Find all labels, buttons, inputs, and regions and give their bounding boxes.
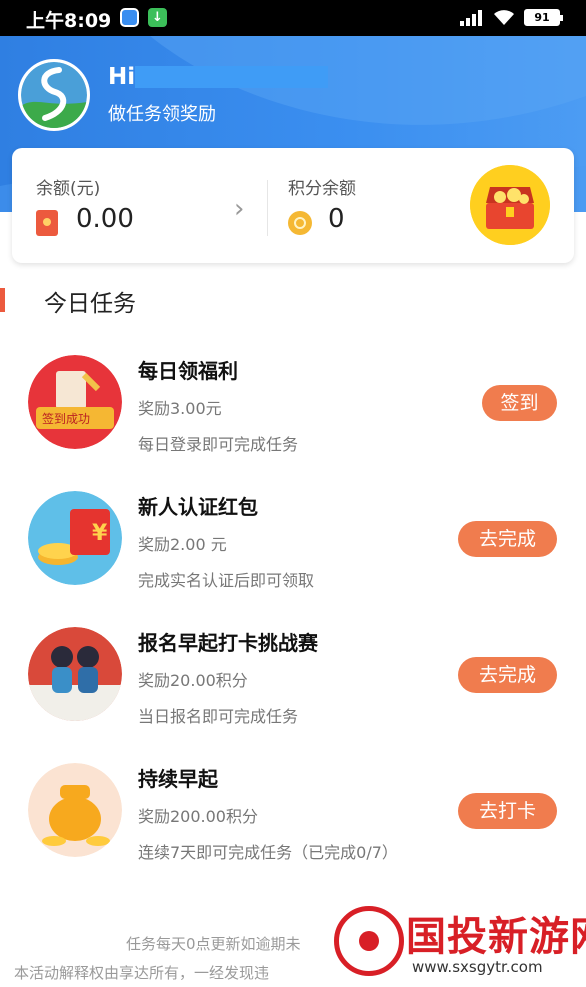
task-reward: 奖励2.00 元 [138,535,227,554]
checkin-punch-button[interactable]: 去打卡 [458,793,557,829]
checkin-badge-text: 签到成功 [42,412,91,426]
footer-note-1: 任务每天0点更新如逾期未 [126,935,301,953]
wallet-icon [36,210,58,236]
coin-icon [288,211,312,235]
complete-button[interactable]: 去完成 [458,657,557,693]
balance-label: 余额(元) [36,179,101,199]
task-item-new-user-redpacket: ¥ 新人认证红包 奖励2.00 元 完成实名认证后即可领取 去完成 [0,491,586,621]
avatar[interactable] [18,59,90,131]
watermark-title: 国投新游网 [406,914,586,960]
download-icon: ↓ [148,8,167,27]
task-item-daily-welfare: 签到成功 每日领福利 奖励3.00元 每日登录即可完成任务 签到 [0,355,586,485]
task-title: 持续早起 [138,767,218,791]
challenge-people-icon [28,627,122,721]
checkin-button[interactable]: 签到 [482,385,557,421]
app-notification-icon [120,8,139,27]
task-reward: 奖励200.00积分 [138,807,258,826]
watermark-logo-icon [334,906,404,976]
site-watermark: 国投新游网 www.sxsgytr.com [330,898,586,987]
task-description: 完成实名认证后即可领取 [138,571,315,590]
task-reward: 奖励20.00积分 [138,671,248,690]
checkin-success-icon [28,355,122,449]
section-title: 今日任务 [44,291,136,317]
task-item-early-rise-challenge: 报名早起打卡挑战赛 奖励20.00积分 当日报名即可完成任务 去完成 [0,627,586,757]
avatar-logo-icon [21,62,87,128]
battery-icon: 91 [524,9,563,26]
balance-card: 余额(元) 0.00 › 积分余额 0 [12,148,574,263]
task-title: 报名早起打卡挑战赛 [138,631,318,655]
yuan-symbol: ¥ [92,521,108,546]
task-title: 新人认证红包 [138,495,258,519]
task-reward: 奖励3.00元 [138,399,222,418]
balance-value: 0.00 [76,204,134,234]
treasure-chest-icon[interactable] [470,165,550,245]
task-title: 每日领福利 [138,359,238,383]
status-bar: 上午8:09 ↓ 91 [0,0,586,36]
status-time: 上午8:09 [26,10,112,32]
complete-button[interactable]: 去完成 [458,521,557,557]
task-description: 当日报名即可完成任务 [138,707,299,726]
chevron-right-icon[interactable]: › [234,194,244,224]
footer-note-2: 本活动解释权由享达所有，一经发现违 [14,964,270,982]
red-envelope-icon [28,491,122,585]
watermark-url: www.sxsgytr.com [412,958,543,976]
money-bag-icon [28,763,122,857]
task-description: 连续7天即可完成任务（已完成0/7） [138,843,398,862]
section-accent-bar [0,288,5,312]
wifi-icon [494,10,514,25]
username-redacted [135,66,328,88]
points-label: 积分余额 [288,179,356,199]
points-value: 0 [328,204,345,234]
header-subtitle: 做任务领奖励 [108,104,216,125]
divider [267,180,268,236]
signal-icon [460,10,482,26]
task-description: 每日登录即可完成任务 [138,435,299,454]
task-item-continuous-early-rise: 持续早起 奖励200.00积分 连续7天即可完成任务（已完成0/7） 去打卡 [0,763,586,893]
